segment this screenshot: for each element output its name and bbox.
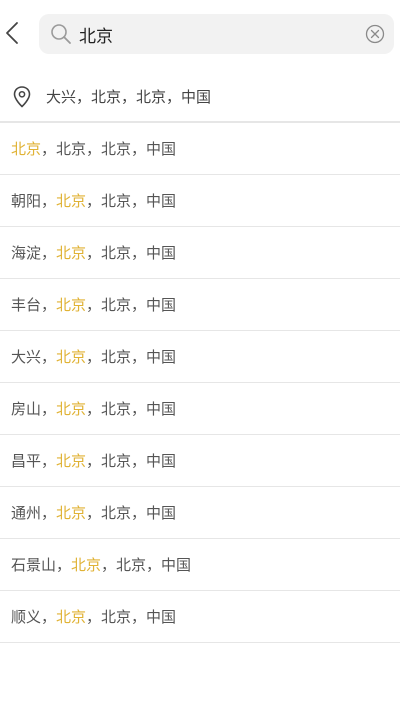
result-match: 北京	[56, 400, 87, 418]
result-prefix: 石景山，	[11, 556, 72, 574]
result-label: 石景山，北京，北京，中国	[11, 554, 191, 576]
result-prefix: 房山，	[11, 400, 57, 418]
search-results-list: 北京，北京，北京，中国 朝阳，北京，北京，中国 海淀，北京，北京，中国 丰台，北…	[0, 123, 400, 643]
result-prefix: 大兴，	[11, 348, 57, 366]
result-match: 北京	[56, 192, 87, 210]
result-prefix: 丰台，	[11, 296, 57, 314]
result-suffix: ，北京，中国	[86, 452, 177, 470]
result-item[interactable]: 顺义，北京，北京，中国	[0, 591, 400, 643]
clear-search-button[interactable]	[365, 24, 385, 44]
result-prefix: 顺义，	[11, 608, 57, 626]
result-suffix: ，北京，中国	[101, 556, 192, 574]
result-prefix: 朝阳，	[11, 192, 57, 210]
result-match: 北京	[56, 608, 87, 626]
back-button[interactable]	[2, 18, 24, 48]
result-prefix: 昌平，	[11, 452, 57, 470]
result-label: 顺义，北京，北京，中国	[11, 606, 176, 628]
result-label: 大兴，北京，北京，中国	[11, 346, 176, 368]
result-match: 北京	[56, 504, 87, 522]
result-match: 北京	[11, 140, 42, 158]
result-label: 海淀，北京，北京，中国	[11, 242, 176, 264]
current-location-text: 大兴，北京，北京，中国	[46, 88, 212, 106]
search-input[interactable]	[79, 14, 349, 54]
result-item[interactable]: 朝阳，北京，北京，中国	[0, 175, 400, 227]
result-label: 丰台，北京，北京，中国	[11, 294, 176, 316]
result-suffix: ，北京，中国	[86, 244, 177, 262]
result-label: 朝阳，北京，北京，中国	[11, 190, 176, 212]
result-item[interactable]: 昌平，北京，北京，中国	[0, 435, 400, 487]
result-match: 北京	[56, 452, 87, 470]
result-label: 昌平，北京，北京，中国	[11, 450, 176, 472]
result-item[interactable]: 石景山，北京，北京，中国	[0, 539, 400, 591]
result-suffix: ，北京，中国	[86, 192, 177, 210]
search-icon	[51, 24, 71, 44]
result-match: 北京	[71, 556, 102, 574]
result-label: 房山，北京，北京，中国	[11, 398, 176, 420]
location-pin-icon	[13, 86, 31, 108]
search-box[interactable]	[39, 14, 394, 54]
result-prefix: 通州，	[11, 504, 57, 522]
result-item[interactable]: 通州，北京，北京，中国	[0, 487, 400, 539]
result-item[interactable]: 丰台，北京，北京，中国	[0, 279, 400, 331]
search-header	[0, 0, 400, 70]
result-suffix: ，北京，中国	[86, 348, 177, 366]
result-suffix: ，北京，中国	[86, 608, 177, 626]
result-label: 通州，北京，北京，中国	[11, 502, 176, 524]
result-prefix: 海淀，	[11, 244, 57, 262]
result-item[interactable]: 房山，北京，北京，中国	[0, 383, 400, 435]
result-item[interactable]: 大兴，北京，北京，中国	[0, 331, 400, 383]
current-location-row[interactable]: 大兴，北京，北京，中国	[0, 74, 400, 120]
result-match: 北京	[56, 348, 87, 366]
result-match: 北京	[56, 244, 87, 262]
result-item[interactable]: 北京，北京，北京，中国	[0, 123, 400, 175]
result-item[interactable]: 海淀，北京，北京，中国	[0, 227, 400, 279]
result-label: 北京，北京，北京，中国	[11, 138, 176, 160]
result-suffix: ，北京，北京，中国	[41, 140, 177, 158]
result-suffix: ，北京，中国	[86, 504, 177, 522]
result-suffix: ，北京，中国	[86, 296, 177, 314]
clear-circle-icon	[365, 24, 385, 44]
result-suffix: ，北京，中国	[86, 400, 177, 418]
result-match: 北京	[56, 296, 87, 314]
chevron-left-icon	[6, 22, 18, 44]
